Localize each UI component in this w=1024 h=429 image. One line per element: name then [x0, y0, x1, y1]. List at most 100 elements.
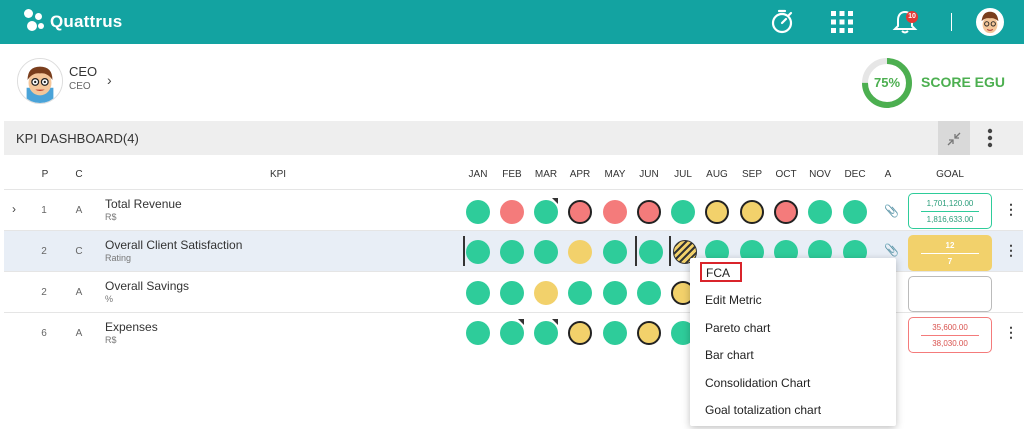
- menu-item-bar-chart[interactable]: Bar chart: [705, 348, 754, 362]
- dashboard-menu-button[interactable]: [980, 121, 1000, 155]
- status-dot-may[interactable]: [603, 200, 627, 224]
- topbar-divider: [951, 13, 952, 31]
- row-menu-kebab-icon[interactable]: ⋮: [1004, 201, 1018, 218]
- kpi-name[interactable]: Expenses: [105, 320, 158, 334]
- status-dot-jan[interactable]: [466, 240, 490, 264]
- status-dot-may[interactable]: [603, 281, 627, 305]
- menu-item-pareto-chart[interactable]: Pareto chart: [705, 321, 770, 335]
- shrink-arrows-icon: [947, 132, 961, 146]
- status-dot-aug[interactable]: [705, 200, 729, 224]
- column-header-month[interactable]: MAY: [599, 169, 631, 180]
- status-dot-jun[interactable]: [637, 321, 661, 345]
- priority-cell: 1: [41, 205, 47, 216]
- goal-box[interactable]: 12 7: [908, 235, 992, 271]
- column-header-month[interactable]: OCT: [770, 169, 802, 180]
- avatar-face-icon: [977, 9, 1003, 35]
- column-header-kpi[interactable]: KPI: [260, 169, 296, 180]
- top-navigation-bar: [0, 0, 1024, 44]
- column-header-month[interactable]: APR: [564, 169, 596, 180]
- app-name: Quattrus: [50, 12, 123, 31]
- quattrus-logo-icon: [24, 9, 46, 35]
- row-menu-kebab-icon[interactable]: ⋮: [1004, 324, 1018, 341]
- status-dot-may[interactable]: [603, 240, 627, 264]
- column-header-month[interactable]: MAR: [530, 169, 562, 180]
- priority-cell: 6: [41, 328, 47, 339]
- attachment-icon[interactable]: 📎: [884, 204, 899, 218]
- status-dot-apr[interactable]: [568, 321, 592, 345]
- classification-cell: A: [75, 287, 83, 298]
- comment-corner-icon: [552, 198, 558, 204]
- status-dot-oct[interactable]: [774, 200, 798, 224]
- status-dot-sep[interactable]: [740, 200, 764, 224]
- profile-chevron-right-icon[interactable]: ›: [107, 72, 112, 88]
- column-header-p[interactable]: P: [37, 169, 53, 180]
- goal-target: 1,701,120.00: [926, 199, 974, 208]
- kpi-name[interactable]: Total Revenue: [105, 197, 182, 211]
- goal-box[interactable]: 1,701,120.00 1,816,633.00: [908, 193, 992, 229]
- menu-item-fca[interactable]: FCA: [700, 262, 742, 282]
- menu-item-consolidation-chart[interactable]: Consolidation Chart: [705, 376, 810, 390]
- status-dot-jan[interactable]: [466, 200, 490, 224]
- kpi-unit: R$: [105, 212, 117, 222]
- status-dot-dec[interactable]: [843, 200, 867, 224]
- column-header-c[interactable]: C: [71, 169, 87, 180]
- menu-item-edit-metric[interactable]: Edit Metric: [705, 293, 762, 307]
- goal-target: 12: [945, 241, 955, 250]
- profile-role: CEO: [69, 81, 91, 92]
- comment-corner-icon: [518, 319, 524, 325]
- status-dot-mar[interactable]: [534, 240, 558, 264]
- apps-grid-icon[interactable]: [828, 8, 856, 36]
- kpi-name[interactable]: Overall Savings: [105, 279, 189, 293]
- kpi-dashboard-title: KPI DASHBOARD(4): [16, 131, 139, 146]
- period-marker: [635, 236, 637, 266]
- kpi-name[interactable]: Overall Client Satisfaction: [105, 238, 242, 252]
- column-header-goal[interactable]: GOAL: [928, 169, 972, 180]
- column-header-month[interactable]: JUN: [633, 169, 665, 180]
- classification-cell: A: [75, 205, 83, 216]
- notification-count-badge: 10: [906, 11, 918, 23]
- kpi-unit: %: [105, 294, 114, 304]
- app-logo[interactable]: Quattrus: [24, 9, 122, 35]
- status-dot-jun[interactable]: [637, 200, 661, 224]
- column-header-month[interactable]: FEB: [496, 169, 528, 180]
- status-dot-jul[interactable]: [671, 200, 695, 224]
- column-header-month[interactable]: DEC: [839, 169, 871, 180]
- goal-box[interactable]: 35,600.00 38,030.00: [908, 317, 992, 353]
- status-dot-apr[interactable]: [568, 200, 592, 224]
- column-header-month[interactable]: SEP: [736, 169, 768, 180]
- attachment-icon[interactable]: 📎: [884, 243, 899, 257]
- column-header-month[interactable]: NOV: [804, 169, 836, 180]
- timer-icon[interactable]: [768, 8, 796, 36]
- column-header-a[interactable]: A: [878, 169, 898, 180]
- goal-separator: [921, 211, 979, 212]
- status-dot-feb[interactable]: [500, 200, 524, 224]
- score-percent: 75%: [873, 75, 901, 90]
- profile-avatar[interactable]: [17, 58, 63, 104]
- status-dot-jun[interactable]: [637, 281, 661, 305]
- status-dot-feb[interactable]: [500, 281, 524, 305]
- status-dot-jun[interactable]: [639, 240, 663, 264]
- status-dot-feb[interactable]: [500, 240, 524, 264]
- context-menu: FCA Edit Metric Pareto chart Bar chart C…: [690, 258, 896, 426]
- status-dot-apr[interactable]: [568, 281, 592, 305]
- priority-cell: 2: [41, 287, 47, 298]
- row-menu-kebab-icon[interactable]: ⋮: [1004, 242, 1018, 259]
- column-header-month[interactable]: JAN: [462, 169, 494, 180]
- goal-box-empty[interactable]: [908, 276, 992, 312]
- status-dot-apr[interactable]: [568, 240, 592, 264]
- priority-cell: 2: [41, 246, 47, 257]
- collapse-button[interactable]: [938, 121, 970, 155]
- status-dot-mar[interactable]: [534, 281, 558, 305]
- status-dot-jan[interactable]: [466, 321, 490, 345]
- avatar-face-icon: [18, 59, 62, 103]
- status-dot-may[interactable]: [603, 321, 627, 345]
- goal-actual: 38,030.00: [932, 339, 968, 348]
- expand-chevron-icon[interactable]: ›: [12, 202, 16, 216]
- menu-item-goal-totalization-chart[interactable]: Goal totalization chart: [705, 403, 821, 417]
- status-dot-nov[interactable]: [808, 200, 832, 224]
- user-avatar[interactable]: [976, 8, 1004, 36]
- column-header-month[interactable]: AUG: [701, 169, 733, 180]
- kebab-menu-icon: [987, 128, 993, 148]
- column-header-month[interactable]: JUL: [667, 169, 699, 180]
- status-dot-jan[interactable]: [466, 281, 490, 305]
